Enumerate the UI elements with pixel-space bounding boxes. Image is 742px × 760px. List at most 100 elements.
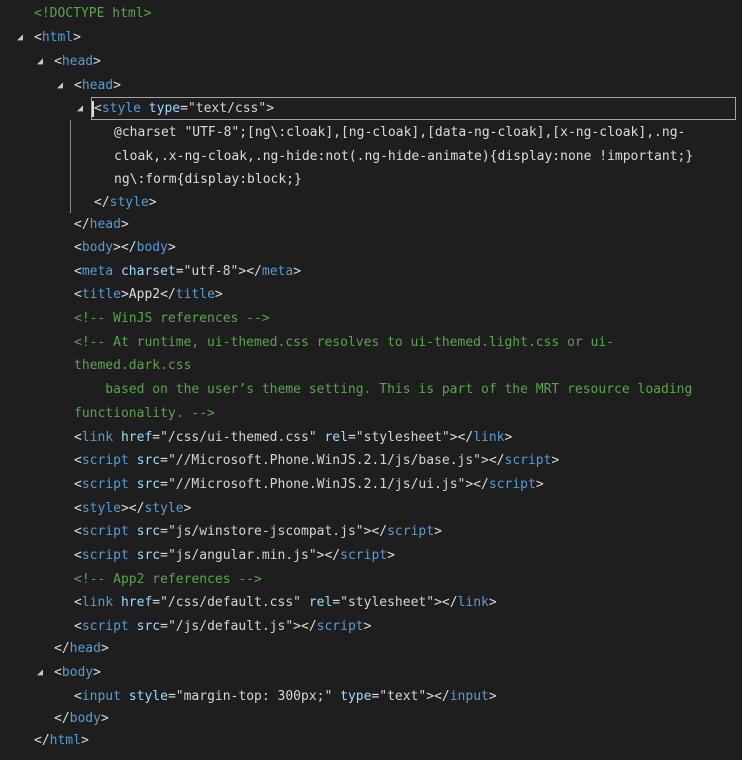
token-punct: >	[100, 641, 109, 656]
node-markup: <script src="js/winstore-jscompat.js"></…	[74, 521, 442, 543]
comment-runtime-line-3[interactable]: based on the user’s theme setting. This …	[0, 379, 742, 401]
token-punct: ></	[238, 264, 262, 279]
token-punct	[129, 619, 137, 634]
node-markup: <script src="//Microsoft.Phone.WinJS.2.1…	[74, 474, 544, 496]
script-angular-node[interactable]: <script src="js/angular.min.js"></script…	[0, 545, 742, 567]
token-punct: ></	[481, 453, 505, 468]
token-tag: script	[340, 548, 388, 563]
token-punct: </	[34, 733, 50, 748]
node-markup: @charset "UTF-8";[ng\:cloak],[ng-cloak],…	[114, 122, 685, 144]
token-punct	[113, 430, 121, 445]
style-text-line-3[interactable]: ng\:form{display:block;}	[0, 169, 742, 191]
token-attr: src	[136, 453, 161, 468]
comment-runtime-line-4[interactable]: functionality. -->	[0, 403, 742, 425]
token-attr: href	[120, 595, 153, 610]
token-comment: themed.dark.css	[74, 358, 192, 373]
token-punct: >	[93, 54, 101, 69]
html-close-tag[interactable]: </html>	[0, 730, 742, 752]
token-punct: =	[152, 430, 161, 445]
token-comment: <!-- WinJS references -->	[74, 311, 270, 326]
node-markup: based on the user’s theme setting. This …	[74, 379, 692, 401]
head-node-inner[interactable]: ◢ <head>	[0, 75, 742, 97]
token-punct: <	[74, 524, 82, 539]
token-tag: input	[81, 689, 121, 704]
node-markup: </style>	[94, 192, 157, 214]
node-markup: functionality. -->	[74, 403, 215, 425]
token-value: "/js/default.js"	[167, 619, 294, 634]
style-empty-node[interactable]: <style></style>	[0, 498, 742, 520]
collapse-triangle-icon[interactable]: ◢	[57, 75, 69, 97]
node-markup: ng\:form{display:block;}	[114, 169, 302, 191]
script-jscompat-node[interactable]: <script src="js/winstore-jscompat.js"></…	[0, 521, 742, 543]
head-inner-close-tag[interactable]: </head>	[0, 214, 742, 236]
token-value: "text"	[379, 689, 427, 704]
node-markup: <!-- App2 references -->	[74, 569, 262, 591]
token-tag: body	[81, 240, 114, 255]
node-markup: </head>	[74, 214, 129, 236]
link-ui-themed-node[interactable]: <link href="/css/ui-themed.css" rel="sty…	[0, 427, 742, 449]
html-node[interactable]: ◢ <html>	[0, 27, 742, 49]
collapse-triangle-icon[interactable]: ◢	[37, 662, 49, 684]
comment-runtime-line-1[interactable]: <!-- At runtime, ui-themed.css resolves …	[0, 332, 742, 354]
script-ui-node[interactable]: <script src="//Microsoft.Phone.WinJS.2.1…	[0, 474, 742, 496]
token-punct: <	[74, 501, 82, 516]
token-punct: ></	[426, 689, 450, 704]
script-default-node[interactable]: <script src="/js/default.js"></script>	[0, 616, 742, 638]
doctype-node[interactable]: <!DOCTYPE html>	[0, 3, 742, 25]
node-markup: <input style="margin-top: 300px;" type="…	[74, 686, 497, 708]
token-punct: <	[74, 240, 82, 255]
token-tag: script	[316, 619, 364, 634]
style-close-tag[interactable]: </style>	[0, 192, 742, 214]
token-punct: >	[93, 665, 101, 680]
token-tag: link	[81, 595, 114, 610]
token-punct: >	[214, 287, 223, 302]
body-empty-node[interactable]: <body></body>	[0, 237, 742, 259]
token-tag: body	[136, 240, 168, 255]
token-punct: >	[387, 548, 395, 563]
token-tag: link	[457, 595, 489, 610]
token-punct: =	[332, 595, 341, 610]
token-punct	[113, 264, 121, 279]
collapse-triangle-icon[interactable]: ◢	[77, 98, 89, 120]
body-node[interactable]: ◢ <body>	[0, 662, 742, 684]
collapse-triangle-icon[interactable]: ◢	[17, 27, 29, 49]
token-tag: html	[49, 733, 81, 748]
token-attr: src	[136, 524, 161, 539]
token-attr: src	[136, 477, 161, 492]
script-base-node[interactable]: <script src="//Microsoft.Phone.WinJS.2.1…	[0, 450, 742, 472]
token-punct: =	[160, 477, 168, 492]
token-attr: rel	[308, 595, 333, 610]
token-punct: =	[160, 524, 168, 539]
comment-runtime-line-2[interactable]: themed.dark.css	[0, 355, 742, 377]
token-tag: meta	[261, 264, 294, 279]
dom-explorer-tree[interactable]: <!DOCTYPE html> ◢ <html> ◢ <head> ◢ <head> ◢ <st…	[0, 0, 742, 760]
title-node[interactable]: <title>App2</title>	[0, 284, 742, 306]
collapse-triangle-icon[interactable]: ◢	[37, 51, 49, 73]
head-node-outer[interactable]: ◢ <head>	[0, 51, 742, 73]
token-tag: script	[81, 548, 129, 563]
link-default-node[interactable]: <link href="/css/default.css" rel="style…	[0, 592, 742, 614]
token-punct: <	[74, 264, 82, 279]
meta-node[interactable]: <meta charset="utf-8"></meta>	[0, 261, 742, 283]
token-punct	[332, 689, 340, 704]
token-punct: <	[54, 54, 62, 69]
token-punct: <	[54, 665, 62, 680]
token-punct: >	[551, 453, 560, 468]
token-tag: style	[109, 195, 149, 210]
node-markup: <script src="/js/default.js"></script>	[74, 616, 371, 638]
body-close-tag[interactable]: </body>	[0, 708, 742, 730]
style-node-selected[interactable]: ◢ <style type="text/css">	[0, 98, 742, 120]
token-punct: </	[54, 641, 70, 656]
style-text-line-1[interactable]: @charset "UTF-8";[ng\:cloak],[ng-cloak],…	[0, 122, 742, 144]
head-outer-close-tag[interactable]: </head>	[0, 638, 742, 660]
token-punct: =	[160, 619, 168, 634]
input-node[interactable]: <input style="margin-top: 300px;" type="…	[0, 686, 742, 708]
comment-winjs[interactable]: <!-- WinJS references -->	[0, 308, 742, 330]
style-text-line-2[interactable]: cloak,.x-ng-cloak,.ng-hide:not(.ng-hide-…	[0, 146, 742, 168]
node-markup: <!DOCTYPE html>	[34, 3, 151, 25]
comment-app2[interactable]: <!-- App2 references -->	[0, 569, 742, 591]
token-value: "utf-8"	[183, 264, 239, 279]
token-tag: style	[81, 501, 121, 516]
token-punct: >	[120, 217, 129, 232]
token-punct: >	[293, 264, 302, 279]
